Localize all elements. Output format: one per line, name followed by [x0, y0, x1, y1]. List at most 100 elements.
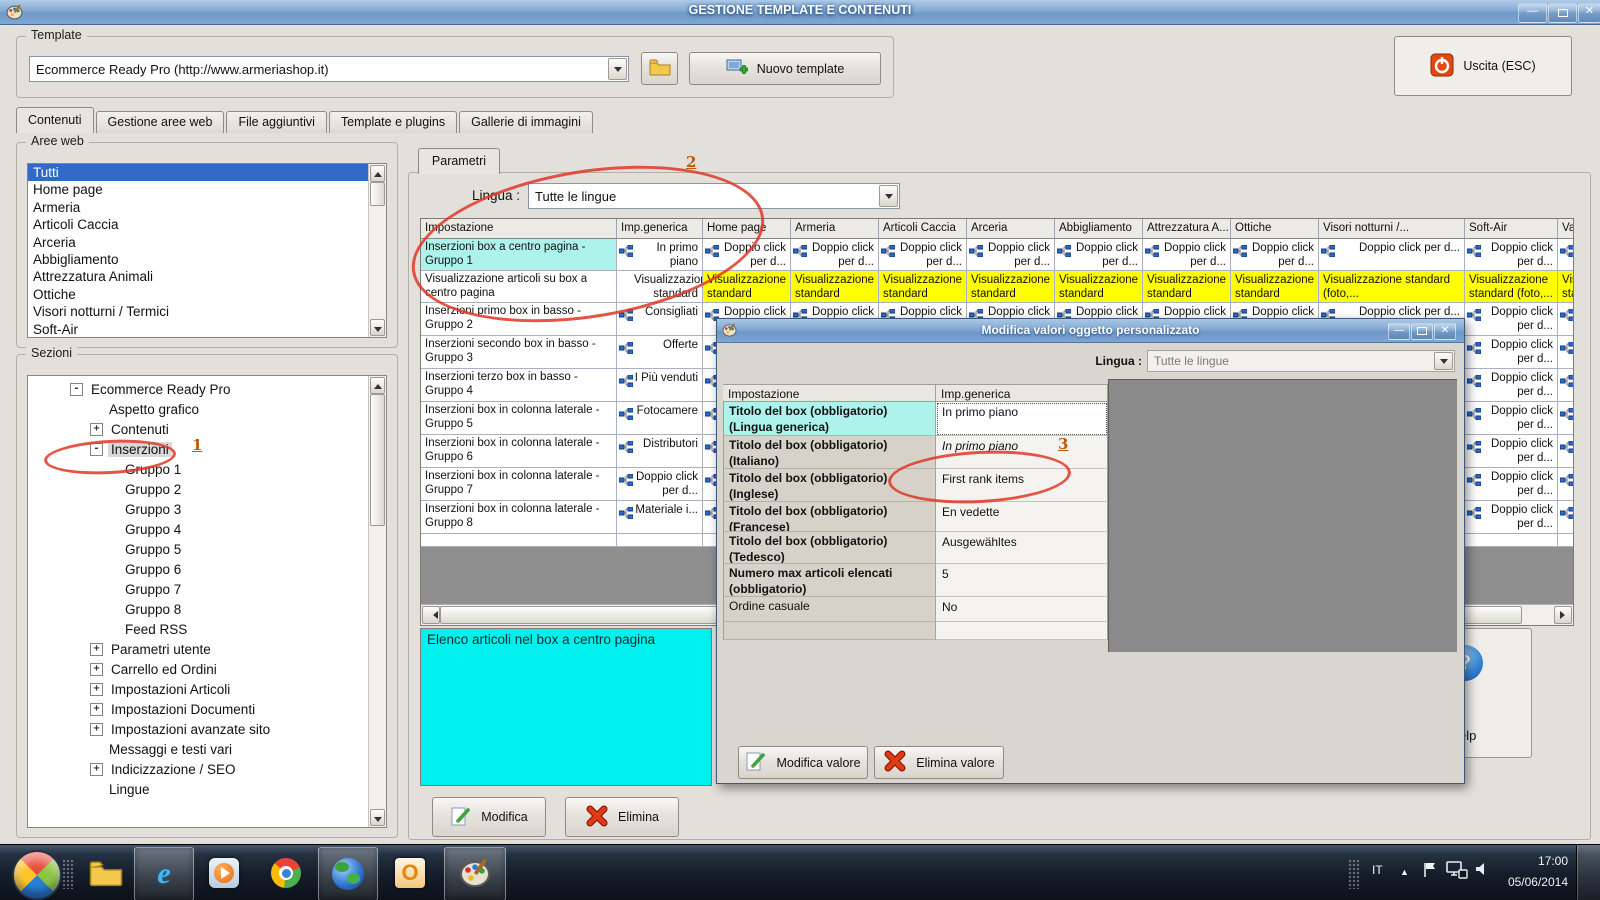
- expand-icon[interactable]: +: [90, 422, 103, 436]
- taskbar-item-globe[interactable]: [318, 847, 378, 900]
- grid-cell[interactable]: Doppio click per d...: [1465, 468, 1558, 501]
- list-item-armeria[interactable]: Armeria: [28, 199, 386, 216]
- tree-item-gruppo-1[interactable]: Gruppo 1: [28, 459, 386, 479]
- tree-item-aspetto-grafico[interactable]: Aspetto grafico: [28, 399, 386, 419]
- grid-cell[interactable]: Visualizzazione standard (foto,...: [791, 271, 879, 303]
- grid-cell[interactable]: Doppio click per d...: [1465, 402, 1558, 435]
- new-template-button[interactable]: Nuovo template: [689, 52, 881, 85]
- grid-cell[interactable]: Visualizzazione standard (foto,...: [1465, 271, 1558, 303]
- grid-row-name[interactable]: Inserzioni terzo box in basso - Gruppo 4: [421, 369, 617, 402]
- tab-template-e-plugins[interactable]: Template e plugins: [328, 111, 458, 133]
- tree-item-feed-rss[interactable]: Feed RSS: [28, 619, 386, 639]
- exit-button[interactable]: Uscita (ESC): [1394, 36, 1572, 96]
- grid-cell[interactable]: Materiale i...: [617, 501, 703, 534]
- tree-item-indicizzazione-seo[interactable]: + Indicizzazione / SEO: [28, 759, 386, 779]
- aree-web-scrollbar[interactable]: [368, 164, 386, 337]
- expand-icon[interactable]: +: [90, 642, 103, 656]
- dialog-setting-value[interactable]: First rank items: [936, 469, 1108, 502]
- grid-cell[interactable]: Doppio click per d...: [879, 239, 967, 271]
- grid-row-name[interactable]: Inserzioni box in colonna laterale - Gru…: [421, 468, 617, 501]
- grid-cell[interactable]: Doppio click per d...: [1558, 435, 1573, 468]
- grid-column-header-va[interactable]: Va: [1558, 219, 1573, 239]
- dialog-maximize-button[interactable]: [1411, 323, 1433, 340]
- grid-column-header-articoli-caccia[interactable]: Articoli Caccia: [879, 219, 967, 239]
- grid-row-name[interactable]: Inserzioni box in colonna laterale - Gru…: [421, 402, 617, 435]
- grid-cell[interactable]: Doppio click per d...: [1558, 336, 1573, 369]
- tree-item-gruppo-2[interactable]: Gruppo 2: [28, 479, 386, 499]
- grid-cell[interactable]: Doppio click per d...: [791, 239, 879, 271]
- sezioni-scrollbar[interactable]: [368, 376, 386, 827]
- elimina-button[interactable]: Elimina: [565, 797, 679, 837]
- show-desktop-button[interactable]: [1576, 845, 1600, 900]
- taskbar-item-chrome[interactable]: [262, 847, 310, 899]
- grid-column-header-impostazione[interactable]: Impostazione: [421, 219, 617, 239]
- grid-cell[interactable]: Consigliati: [617, 303, 703, 336]
- lingua-combobox-arrow[interactable]: [879, 185, 898, 207]
- tab-gestione-aree-web[interactable]: Gestione aree web: [95, 111, 225, 133]
- dialog-setting-label[interactable]: Titolo del box (obbligatorio) (Francese): [723, 502, 936, 532]
- list-item-articoli-caccia[interactable]: Articoli Caccia: [28, 216, 386, 233]
- grid-cell[interactable]: Visualizzazione standard (foto,...: [1558, 271, 1573, 303]
- grid-cell[interactable]: Visualizzazione standard (foto,...: [1231, 271, 1319, 303]
- list-item-ottiche[interactable]: Ottiche: [28, 286, 386, 303]
- list-item-tutti[interactable]: Tutti: [28, 164, 386, 182]
- grid-cell[interactable]: Distributori: [617, 435, 703, 468]
- dialog-column-header-impostazione[interactable]: Impostazione: [723, 384, 936, 402]
- tree-item-impostazioni-documenti[interactable]: + Impostazioni Documenti: [28, 699, 386, 719]
- expand-icon[interactable]: +: [90, 722, 103, 736]
- grid-cell[interactable]: Doppio click per d...: [1465, 303, 1558, 336]
- grid-cell[interactable]: Doppio click per d...: [1465, 336, 1558, 369]
- tree-item-ecommerce-ready-pro[interactable]: - Ecommerce Ready Pro: [28, 379, 386, 399]
- grid-cell[interactable]: Doppio click per d...: [703, 239, 791, 271]
- grid-column-header-imp-generica[interactable]: Imp.generica: [617, 219, 703, 239]
- grid-column-header-attrezzatura-a[interactable]: Attrezzatura A...: [1143, 219, 1231, 239]
- tree-item-gruppo-3[interactable]: Gruppo 3: [28, 499, 386, 519]
- grid-cell[interactable]: Doppio click per d...: [1055, 239, 1143, 271]
- start-button[interactable]: [12, 850, 62, 900]
- scroll-up-button[interactable]: [370, 165, 385, 182]
- dialog-setting-value[interactable]: En vedette: [936, 502, 1108, 532]
- grid-row-name[interactable]: Inserzioni secondo box in basso - Gruppo…: [421, 336, 617, 369]
- dialog-lingua-arrow[interactable]: [1434, 352, 1453, 370]
- restore-button[interactable]: [1548, 3, 1577, 23]
- dialog-setting-value[interactable]: Ausgewähltes: [936, 532, 1108, 564]
- tree-item-gruppo-6[interactable]: Gruppo 6: [28, 559, 386, 579]
- grid-cell[interactable]: Doppio click per d...: [1558, 369, 1573, 402]
- grid-column-header-home-page[interactable]: Home page: [703, 219, 791, 239]
- taskbar-item-explorer[interactable]: [84, 847, 128, 899]
- aree-web-list[interactable]: Tutti Home page Armeria Articoli Caccia Arce…: [27, 163, 387, 338]
- tab-file-aggiuntivi[interactable]: File aggiuntivi: [226, 111, 327, 133]
- grid-cell[interactable]: Doppio click per d...: [1558, 402, 1573, 435]
- grid-cell[interactable]: Doppio click per d...: [617, 468, 703, 501]
- close-button[interactable]: ✕: [1578, 3, 1600, 23]
- expand-icon[interactable]: +: [90, 682, 103, 696]
- scroll-right-button[interactable]: [1554, 606, 1572, 624]
- grid-cell[interactable]: Visualizzazione standard (foto,...: [1143, 271, 1231, 303]
- grid-cell[interactable]: Fotocamere: [617, 402, 703, 435]
- grid-column-header-visori-notturni[interactable]: Visori notturni /...: [1319, 219, 1465, 239]
- tray-show-hidden-icons[interactable]: ▲: [1400, 867, 1409, 877]
- speaker-icon[interactable]: [1474, 861, 1490, 880]
- minimize-button[interactable]: —: [1518, 3, 1547, 23]
- taskbar-item-palette[interactable]: [444, 847, 506, 900]
- collapse-icon[interactable]: -: [70, 382, 83, 396]
- grid-cell[interactable]: I Più venduti: [617, 369, 703, 402]
- scroll-down-button[interactable]: [370, 319, 385, 336]
- scrollbar-thumb[interactable]: [370, 394, 385, 526]
- dialog-setting-value[interactable]: No: [936, 597, 1108, 622]
- dialog-close-button[interactable]: ✕: [1434, 323, 1456, 340]
- grid-row-name[interactable]: Visualizzazione articoli su box a centro…: [421, 271, 617, 303]
- grid-cell[interactable]: Doppio click per d...: [1231, 239, 1319, 271]
- grid-column-header-abbigliamento[interactable]: Abbigliamento: [1055, 219, 1143, 239]
- dialog-setting-label[interactable]: Titolo del box (obbligatorio) (Tedesco): [723, 532, 936, 564]
- list-item-abbigliamento[interactable]: Abbigliamento: [28, 251, 386, 268]
- grid-cell[interactable]: Doppio click per d...: [1143, 239, 1231, 271]
- grid-cell[interactable]: Doppio click per d...: [1558, 468, 1573, 501]
- grid-cell[interactable]: Visualizzazione standard (foto,...: [703, 271, 791, 303]
- dialog-setting-label[interactable]: Ordine casuale: [723, 597, 936, 622]
- tree-item-impostazioni-articoli[interactable]: + Impostazioni Articoli: [28, 679, 386, 699]
- grid-row-name[interactable]: Inserzioni box a centro pagina - Gruppo …: [421, 239, 617, 271]
- grid-column-header-arceria[interactable]: Arceria: [967, 219, 1055, 239]
- grid-cell[interactable]: Doppio click per d...: [1465, 435, 1558, 468]
- list-item-attrezzatura-animali[interactable]: Attrezzatura Animali: [28, 268, 386, 285]
